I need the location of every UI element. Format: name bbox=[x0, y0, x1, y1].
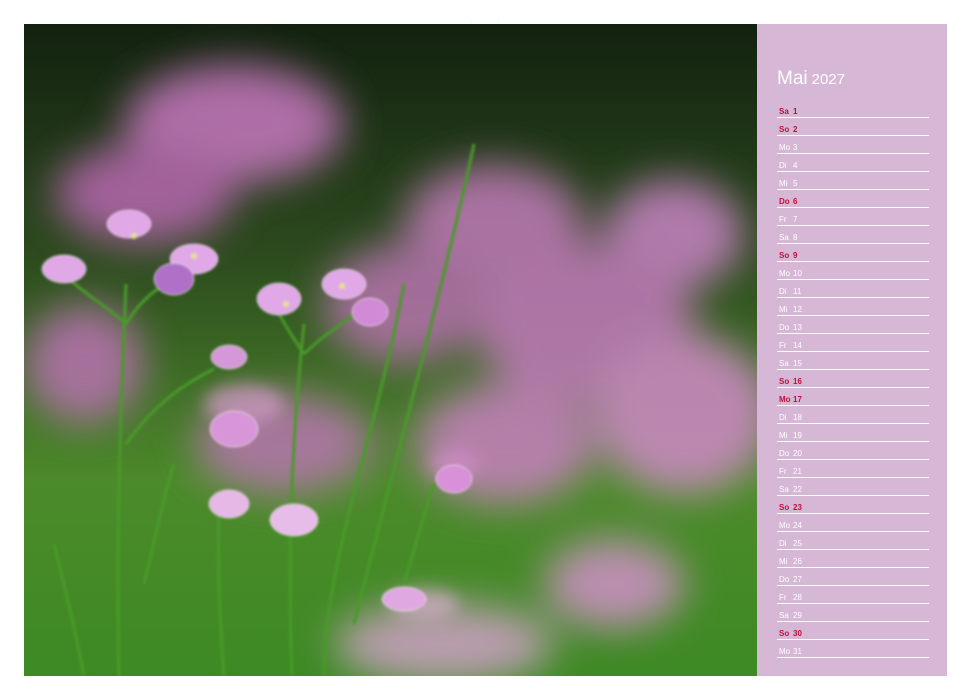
day-row: Mo 17 bbox=[777, 388, 929, 406]
day-number: 1 bbox=[793, 107, 798, 116]
calendar-sidebar: Mai 2027 Sa 1 So 2 Mo 3 Di 4 Mi 5 Do 6 Fr 7 Sa 8 So 9 Mo 10 D… bbox=[757, 24, 947, 676]
weekday-label: Di bbox=[779, 287, 787, 296]
day-row: Mi 19 bbox=[777, 424, 929, 442]
day-row: Fr 28 bbox=[777, 586, 929, 604]
weekday-label: Sa bbox=[779, 611, 789, 620]
day-row: Fr 21 bbox=[777, 460, 929, 478]
weekday-label: So bbox=[779, 251, 790, 260]
weekday-label: Mi bbox=[779, 179, 788, 188]
day-number: 8 bbox=[793, 233, 798, 242]
weekday-label: So bbox=[779, 503, 790, 512]
weekday-label: Do bbox=[779, 449, 790, 458]
weekday-label: Fr bbox=[779, 215, 787, 224]
day-row: Mi 12 bbox=[777, 298, 929, 316]
month-name: Mai bbox=[777, 68, 808, 89]
weekday-label: Sa bbox=[779, 485, 789, 494]
day-row: Do 13 bbox=[777, 316, 929, 334]
day-number: 28 bbox=[793, 593, 802, 602]
day-row: Fr 7 bbox=[777, 208, 929, 226]
day-number: 18 bbox=[793, 413, 802, 422]
weekday-label: Di bbox=[779, 161, 787, 170]
day-row: Di 25 bbox=[777, 532, 929, 550]
weekday-label: Mo bbox=[779, 647, 791, 656]
weekday-label: Mo bbox=[779, 269, 791, 278]
day-list: Sa 1 So 2 Mo 3 Di 4 Mi 5 Do 6 Fr 7 Sa 8 So 9 Mo 10 Di 11 Mi 12 D… bbox=[777, 100, 929, 658]
day-row: So 23 bbox=[777, 496, 929, 514]
day-number: 2 bbox=[793, 125, 798, 134]
day-number: 6 bbox=[793, 197, 798, 206]
day-row: Sa 15 bbox=[777, 352, 929, 370]
weekday-label: Di bbox=[779, 539, 787, 548]
day-row: Do 6 bbox=[777, 190, 929, 208]
day-row: Fr 14 bbox=[777, 334, 929, 352]
day-row: Sa 22 bbox=[777, 478, 929, 496]
weekday-label: So bbox=[779, 629, 790, 638]
weekday-label: Do bbox=[779, 197, 790, 206]
day-row: Mo 31 bbox=[777, 640, 929, 658]
day-number: 25 bbox=[793, 539, 802, 548]
weekday-label: Mo bbox=[779, 521, 791, 530]
day-row: So 30 bbox=[777, 622, 929, 640]
day-row: Sa 29 bbox=[777, 604, 929, 622]
weekday-label: Mo bbox=[779, 395, 791, 404]
day-number: 21 bbox=[793, 467, 802, 476]
day-number: 17 bbox=[793, 395, 802, 404]
weekday-label: Fr bbox=[779, 467, 787, 476]
day-row: Sa 1 bbox=[777, 100, 929, 118]
day-number: 27 bbox=[793, 575, 802, 584]
day-number: 12 bbox=[793, 305, 802, 314]
day-number: 30 bbox=[793, 629, 802, 638]
day-row: Sa 8 bbox=[777, 226, 929, 244]
day-number: 10 bbox=[793, 269, 802, 278]
weekday-label: Sa bbox=[779, 359, 789, 368]
day-number: 23 bbox=[793, 503, 802, 512]
weekday-label: So bbox=[779, 377, 790, 386]
year: 2027 bbox=[811, 71, 845, 88]
weekday-label: Mi bbox=[779, 431, 788, 440]
calendar-photo bbox=[24, 24, 757, 676]
month-heading: Mai 2027 bbox=[777, 68, 845, 90]
day-row: Di 11 bbox=[777, 280, 929, 298]
day-row: Mo 10 bbox=[777, 262, 929, 280]
day-row: So 2 bbox=[777, 118, 929, 136]
day-row: Mi 26 bbox=[777, 550, 929, 568]
day-row: Do 20 bbox=[777, 442, 929, 460]
day-number: 31 bbox=[793, 647, 802, 656]
day-number: 29 bbox=[793, 611, 802, 620]
weekday-label: So bbox=[779, 125, 790, 134]
day-number: 20 bbox=[793, 449, 802, 458]
day-number: 19 bbox=[793, 431, 802, 440]
day-number: 3 bbox=[793, 143, 798, 152]
weekday-label: Di bbox=[779, 413, 787, 422]
day-number: 7 bbox=[793, 215, 798, 224]
day-row: Do 27 bbox=[777, 568, 929, 586]
day-number: 4 bbox=[793, 161, 798, 170]
weekday-label: Do bbox=[779, 575, 790, 584]
weekday-label: Mo bbox=[779, 143, 791, 152]
day-number: 16 bbox=[793, 377, 802, 386]
day-number: 24 bbox=[793, 521, 802, 530]
day-row: So 16 bbox=[777, 370, 929, 388]
weekday-label: Do bbox=[779, 323, 790, 332]
day-number: 15 bbox=[793, 359, 802, 368]
day-number: 14 bbox=[793, 341, 802, 350]
day-row: Mi 5 bbox=[777, 172, 929, 190]
day-row: So 9 bbox=[777, 244, 929, 262]
day-number: 11 bbox=[793, 287, 802, 296]
day-number: 22 bbox=[793, 485, 802, 494]
weekday-label: Fr bbox=[779, 341, 787, 350]
day-row: Mo 3 bbox=[777, 136, 929, 154]
day-number: 5 bbox=[793, 179, 798, 188]
day-row: Di 4 bbox=[777, 154, 929, 172]
weekday-label: Mi bbox=[779, 305, 788, 314]
day-row: Mo 24 bbox=[777, 514, 929, 532]
weekday-label: Sa bbox=[779, 233, 789, 242]
weekday-label: Sa bbox=[779, 107, 789, 116]
weekday-label: Fr bbox=[779, 593, 787, 602]
day-number: 9 bbox=[793, 251, 798, 260]
day-number: 13 bbox=[793, 323, 802, 332]
day-row: Di 18 bbox=[777, 406, 929, 424]
weekday-label: Mi bbox=[779, 557, 788, 566]
day-number: 26 bbox=[793, 557, 802, 566]
